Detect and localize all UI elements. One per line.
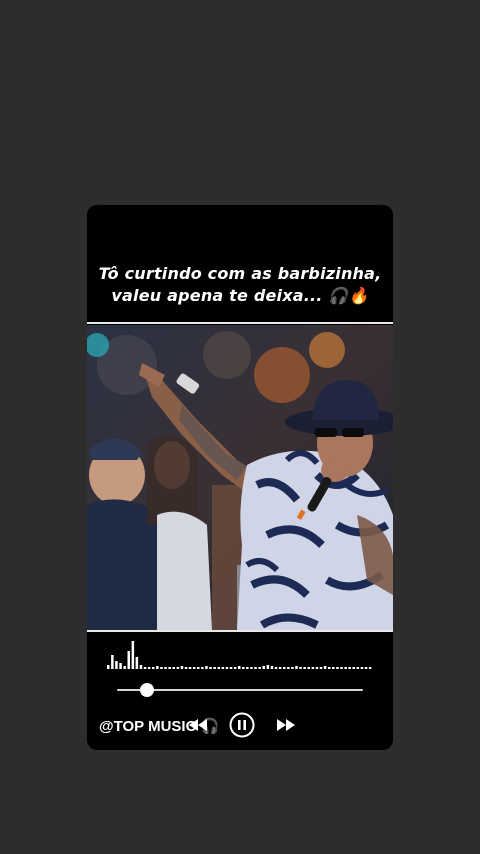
fast-forward-button[interactable] [274,710,298,740]
fast-forward-icon [277,719,295,731]
waveform-bar [274,667,278,669]
waveform-bar [123,666,126,669]
waveform-bar [356,667,360,669]
waveform-bar [184,667,188,669]
story-card: Tô curtindo com as barbizinha, valeu ape… [87,205,393,750]
waveform-bar [209,667,212,669]
rewind-button[interactable] [185,710,211,740]
waveform-bar [291,667,294,669]
pause-icon [229,712,255,738]
waveform-bar [344,667,347,669]
waveform-bar [323,666,327,669]
waveform-bar [192,667,196,669]
waveform-bar [205,666,208,669]
waveform-bar [299,667,302,669]
waveform-bar [262,666,265,669]
waveform-bar [139,665,143,669]
waveform-bar [328,667,331,669]
waveform-bar [319,667,323,669]
waveform-bar [233,667,237,669]
waveform-bar [127,651,130,669]
waveform-bar [315,667,319,669]
waveform-bar [295,666,298,669]
pause-button[interactable] [228,710,256,740]
waveform-bar [176,667,180,669]
waveform-bar [119,663,122,669]
waveform-bar [364,667,368,669]
waveform-bar [164,667,167,669]
caption-line-1: Tô curtindo com as barbizinha, [98,264,382,283]
performer-photo[interactable] [87,325,393,630]
waveform-bar [115,661,118,669]
progress-thumb[interactable] [139,683,154,697]
waveform-bar [217,667,220,669]
waveform-bar [287,667,290,669]
waveform-bar [229,667,233,669]
waveform-bar [160,667,163,669]
waveform-bar [213,667,216,669]
waveform-bar [348,667,351,669]
waveform-bar [336,667,339,669]
waveform-bar [197,667,200,669]
waveform-bar [135,657,139,669]
waveform-bar [270,666,274,669]
waveform-bar [225,667,229,669]
waveform-bar [352,667,355,669]
waveform-bar [246,667,249,669]
waveform-bar [258,667,261,669]
waveform-bar [180,666,184,669]
bottom-divider [87,630,393,632]
caption-line-2: valeu apena te deixa... 🎧🔥 [111,286,369,305]
audio-waveform [107,641,372,669]
progress-track[interactable] [117,683,363,697]
waveform-bar [250,667,253,669]
waveform-bar [360,667,364,669]
waveform-bar [311,667,315,669]
screen: { "caption": { "line1": "Tô curtindo com… [0,0,480,854]
waveform-bar [107,665,110,669]
waveform-bar [242,667,245,669]
waveform-bar [340,667,343,669]
waveform-bar [307,667,310,669]
waveform-bar [278,667,282,669]
waveform-bar [266,665,270,669]
waveform-bar [111,655,114,669]
waveform-bar [221,667,225,669]
waveform-bar [283,667,286,669]
top-divider [87,322,393,324]
waveform-bar [131,641,135,669]
waveform-bar [201,667,204,669]
waveform-bar [368,667,372,669]
rewind-icon [189,719,207,731]
waveform-bar [303,667,306,669]
waveform-bar [143,667,147,669]
waveform-bar [152,667,155,669]
waveform-bar [147,667,151,669]
waveform-bar [238,666,241,669]
waveform-bar [156,666,159,669]
waveform-bar [188,667,192,669]
caption: Tô curtindo com as barbizinha, valeu ape… [87,263,393,307]
playback-controls [87,710,393,740]
waveform-bar [254,667,257,669]
waveform-bar [332,667,335,669]
waveform-bar [172,667,175,669]
waveform-bar [168,667,171,669]
